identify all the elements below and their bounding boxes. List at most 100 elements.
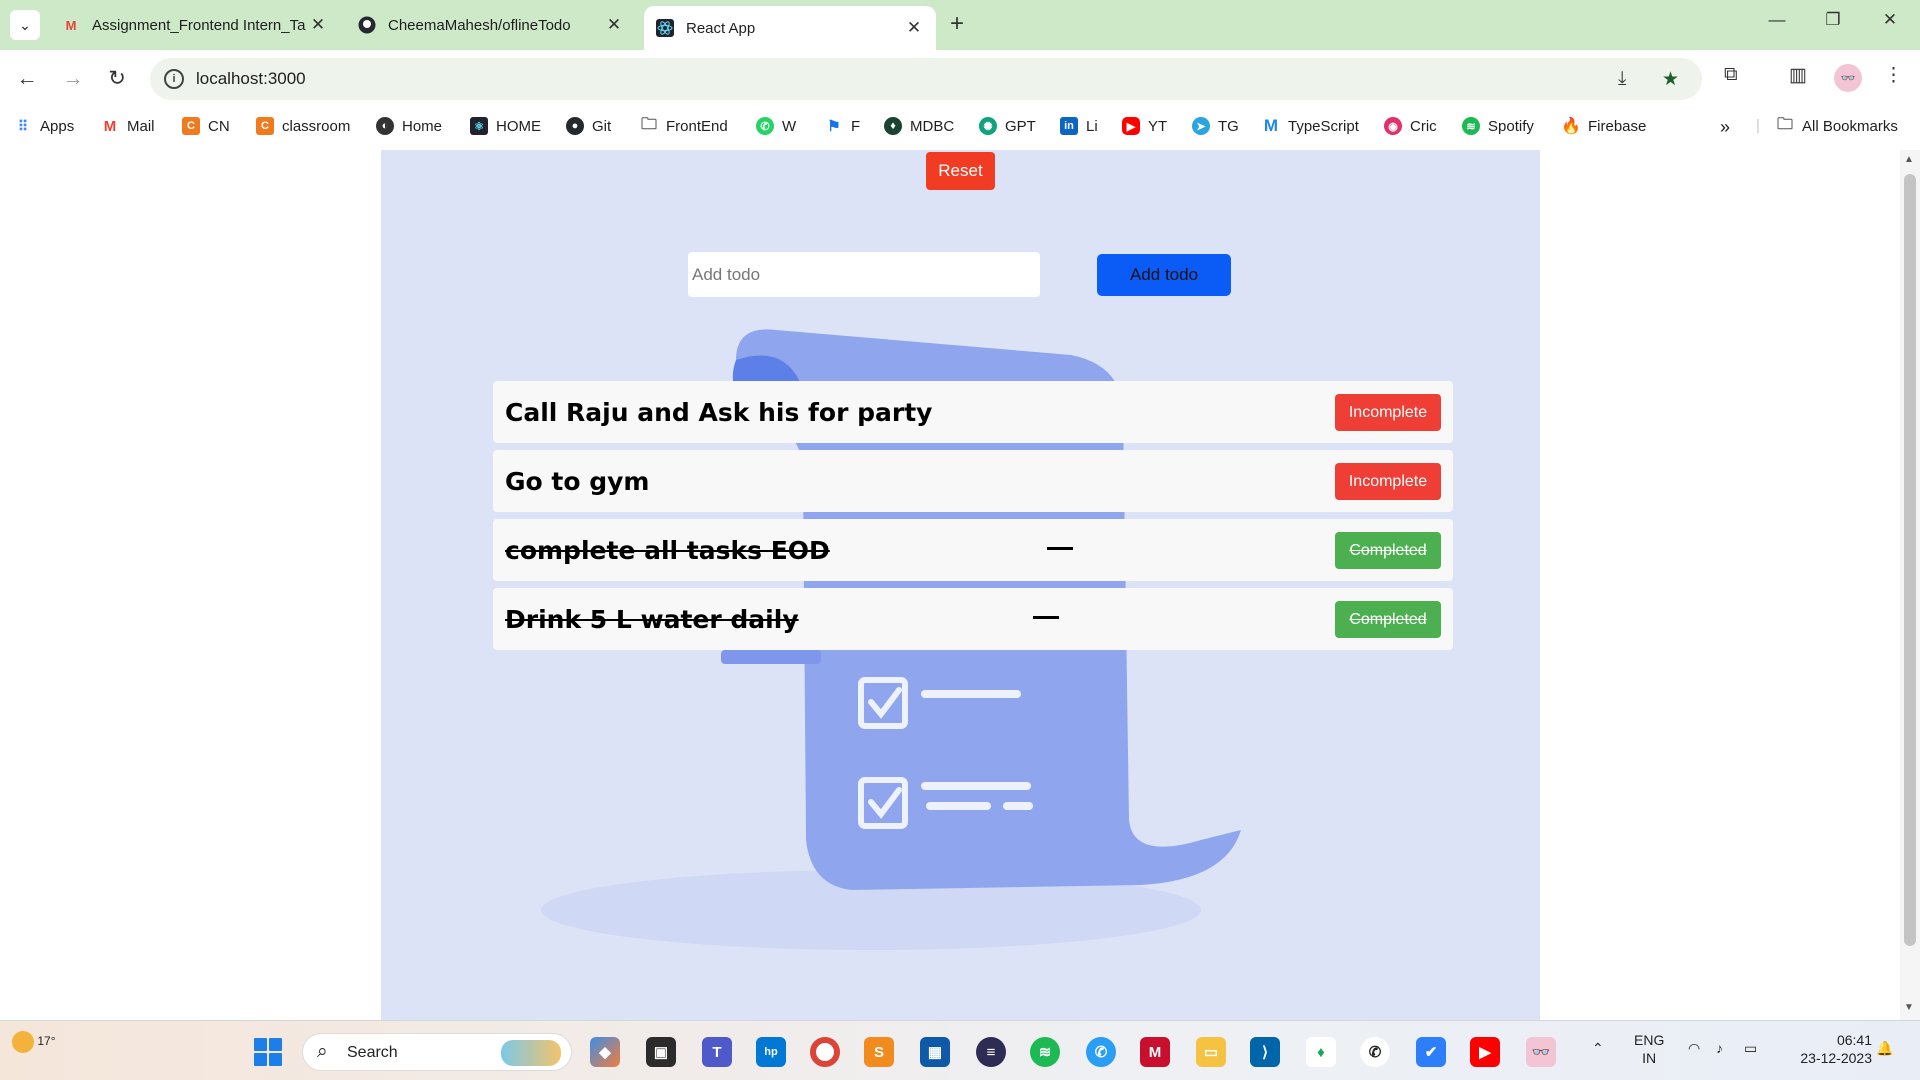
scroll-thumb[interactable] (1904, 174, 1916, 946)
bookmark-apps[interactable]: ⠿ Apps (14, 117, 74, 135)
windows-taskbar: 17° ⌕ Search ◆ ▣ T hp S ▦ ≡ ≋ ✆ M ▭ ⟩ ♦ … (0, 1020, 1920, 1080)
youtube-icon[interactable]: ▶ (1470, 1037, 1500, 1067)
battery-icon[interactable]: ▭ (1744, 1039, 1757, 1057)
bookmark-cric[interactable]: ◉ Cric (1384, 117, 1437, 135)
bookmark-gpt[interactable]: ✺ GPT (979, 117, 1036, 135)
whatsapp-icon[interactable]: ✆ (1360, 1037, 1390, 1067)
install-app-icon[interactable]: ⤓ (1618, 68, 1626, 90)
chrome-icon[interactable] (810, 1037, 840, 1067)
whatsapp-icon: ✆ (756, 117, 774, 135)
spotify-icon[interactable]: ≋ (1030, 1037, 1060, 1067)
todo-app-icon[interactable]: ✔ (1416, 1037, 1446, 1067)
globe-icon: ◐ (376, 117, 394, 135)
start-button[interactable] (254, 1038, 282, 1066)
bookmark-li[interactable]: in Li (1060, 117, 1098, 135)
side-panel-icon[interactable]: ▥ (1789, 64, 1807, 87)
file-explorer-icon[interactable]: ▭ (1196, 1037, 1226, 1067)
extensions-icon[interactable]: ⧉ (1724, 64, 1738, 86)
status-toggle-button[interactable]: Completed (1335, 532, 1441, 569)
todo-text: Call Raju and Ask his for party (505, 398, 933, 427)
bookmark-home-react[interactable]: ⚛ HOME (470, 117, 541, 135)
close-icon[interactable]: ✕ (904, 18, 924, 38)
github-icon: ● (566, 117, 584, 135)
bookmark-yt[interactable]: ▶ YT (1122, 117, 1167, 135)
add-todo-input[interactable] (688, 252, 1040, 297)
copilot-icon[interactable]: ◆ (590, 1037, 620, 1067)
tray-overflow-icon[interactable]: ⌃ (1592, 1039, 1604, 1057)
store-icon[interactable]: ▦ (920, 1037, 950, 1067)
gmail-icon: M (103, 117, 117, 135)
back-icon[interactable]: ← (12, 64, 42, 94)
eclipse-icon[interactable]: ≡ (976, 1037, 1006, 1067)
minimize-icon[interactable]: — (1762, 10, 1792, 30)
sublime-icon[interactable]: S (864, 1037, 894, 1067)
todo-app: Reset Add todo Call Raju and Ask his for… (381, 150, 1540, 1020)
volume-icon[interactable]: ♪ (1716, 1039, 1723, 1057)
tab-title: React App (686, 19, 756, 37)
todo-item: Go to gym Incomplete (493, 450, 1453, 512)
bookmark-firebase[interactable]: 🔥 Firebase (1561, 117, 1646, 136)
bookmark-cn[interactable]: C CN (182, 117, 230, 135)
new-tab-button[interactable]: + (950, 12, 964, 36)
task-view-icon[interactable]: ▣ (646, 1037, 676, 1067)
add-todo-button[interactable]: Add todo (1097, 254, 1231, 296)
weather-widget[interactable]: 17° (12, 1031, 56, 1053)
site-info-icon[interactable]: i (164, 69, 184, 89)
bookmark-frontend[interactable]: 🗀 FrontEnd (640, 116, 728, 135)
mcafee-icon[interactable]: M (1140, 1037, 1170, 1067)
menu-kebab-icon[interactable]: ⋮ (1884, 64, 1903, 87)
clock[interactable]: 06:41 23-12-2023 (1784, 1031, 1872, 1067)
todo-item: complete all tasks EOD Completed (493, 519, 1453, 581)
tab-github[interactable]: CheemaMahesh/oflineTodo ✕ (346, 8, 636, 42)
bookmark-mdbc[interactable]: ♦ MDBC (884, 117, 954, 135)
taskbar-search[interactable]: ⌕ Search (302, 1033, 572, 1071)
language-indicator[interactable]: ENG IN (1634, 1031, 1664, 1067)
notification-bell-icon[interactable]: 🔔 (1876, 1039, 1893, 1057)
tab-search-button[interactable]: ⌄ (10, 10, 40, 40)
bookmark-w[interactable]: ✆ W (756, 117, 796, 135)
mongodb-compass-icon[interactable]: ♦ (1306, 1037, 1336, 1067)
page-scrollbar[interactable]: ▲ ▼ (1900, 150, 1920, 1020)
chrome-profile-icon[interactable]: 👓 (1526, 1037, 1556, 1067)
status-toggle-button[interactable]: Incomplete (1335, 394, 1441, 431)
reset-button[interactable]: Reset (926, 152, 995, 190)
browser-toolbar: ← → ↻ i localhost:3000 ⤓ ★ ⧉ ▥ 👓 ⋮ (0, 50, 1920, 108)
hp-icon[interactable]: hp (756, 1037, 786, 1067)
tab-react-app[interactable]: React App ✕ (644, 6, 936, 50)
bookmark-star-icon[interactable]: ★ (1662, 68, 1679, 91)
more-bookmarks-icon[interactable]: » (1720, 117, 1730, 138)
status-toggle-button[interactable]: Incomplete (1335, 463, 1441, 500)
linkedin-icon: in (1060, 117, 1078, 135)
strike-dash (1047, 547, 1073, 550)
close-icon[interactable]: ✕ (308, 15, 328, 35)
vscode-icon[interactable]: ⟩ (1250, 1037, 1280, 1067)
scroll-up-icon[interactable]: ▲ (1904, 154, 1914, 165)
gmail-icon: M (65, 17, 77, 33)
url-text[interactable]: localhost:3000 (196, 69, 306, 89)
bookmark-tg[interactable]: ➤ TG (1192, 117, 1239, 135)
bookmark-spotify[interactable]: ≋ Spotify (1462, 117, 1534, 135)
mongodb-icon: ♦ (884, 117, 902, 135)
bookmark-home[interactable]: ◐ Home (376, 117, 442, 135)
status-toggle-button[interactable]: Completed (1335, 601, 1441, 638)
tab-gmail[interactable]: M Assignment_Frontend Intern_Ta ✕ (50, 8, 340, 42)
bookmark-git[interactable]: ● Git (566, 117, 611, 135)
close-icon[interactable]: ✕ (604, 15, 624, 35)
address-bar[interactable]: i localhost:3000 ⤓ ★ (150, 58, 1702, 100)
bookmark-classroom[interactable]: C classroom (256, 117, 350, 135)
forward-icon[interactable]: → (58, 64, 88, 94)
bookmark-f[interactable]: ⚑ F (825, 117, 860, 136)
bookmark-mail[interactable]: M Mail (101, 117, 155, 135)
reload-icon[interactable]: ↻ (102, 64, 132, 94)
todo-text: complete all tasks EOD (505, 536, 830, 565)
messenger-icon[interactable]: ✆ (1086, 1037, 1116, 1067)
restore-icon[interactable]: ❐ (1818, 10, 1848, 30)
window-close-icon[interactable]: ✕ (1875, 10, 1905, 30)
teams-icon[interactable]: T (702, 1037, 732, 1067)
scroll-down-icon[interactable]: ▼ (1904, 1002, 1914, 1013)
telegram-icon: ➤ (1192, 117, 1210, 135)
bookmark-typescript[interactable]: M TypeScript (1262, 116, 1359, 135)
avatar[interactable]: 👓 (1834, 64, 1862, 92)
wifi-icon[interactable]: ◠ (1688, 1039, 1700, 1057)
bookmark-all[interactable]: 🗀 All Bookmarks (1776, 116, 1898, 135)
